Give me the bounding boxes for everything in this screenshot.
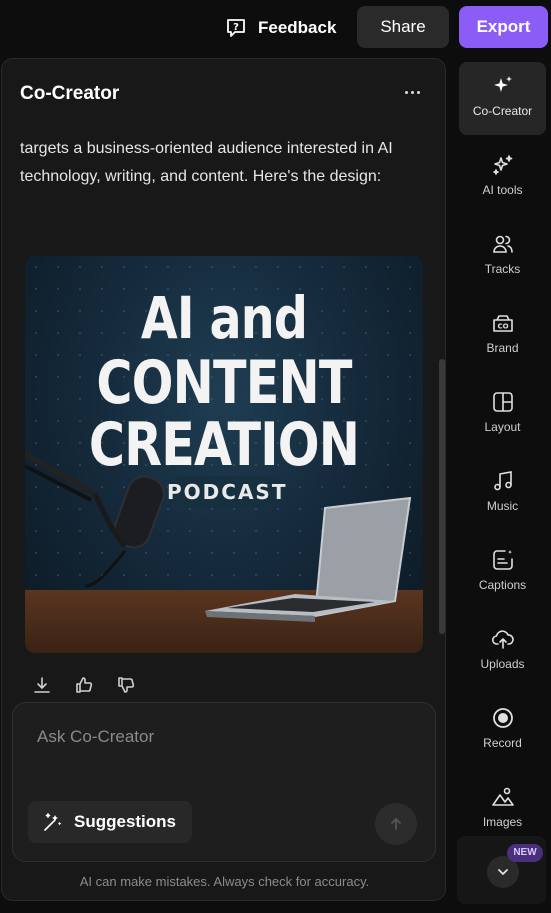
- export-button[interactable]: Export: [459, 6, 548, 48]
- sidebar-item-label: AI tools: [482, 183, 523, 197]
- chat-input-box[interactable]: Ask Co-Creator Suggestions: [12, 702, 436, 862]
- magic-wand-icon: [42, 811, 64, 833]
- sidebar-more-area: NEW: [457, 836, 546, 904]
- sidebar-item-co-creator[interactable]: Co-Creator: [459, 62, 546, 135]
- sidebar-item-layout[interactable]: Layout: [459, 378, 546, 451]
- new-badge: NEW: [507, 844, 543, 862]
- users-icon: [491, 232, 515, 256]
- cover-title-line1: AI and: [140, 284, 308, 352]
- microphone-illustration: [25, 451, 165, 588]
- cloud-upload-icon: [491, 627, 515, 651]
- panel-title: Co-Creator: [20, 83, 120, 104]
- assistant-message: targets a business-oriented audience int…: [20, 140, 393, 185]
- music-note-icon: [491, 469, 515, 493]
- sidebar-item-record[interactable]: Record: [459, 694, 546, 767]
- layout-icon: [491, 390, 515, 414]
- podcast-cover-image: AI and CONTENT CREATION PODCAST: [25, 256, 423, 653]
- sidebar-item-label: Images: [482, 815, 523, 829]
- svg-text:CO: CO: [497, 323, 508, 331]
- sidebar-item-captions[interactable]: Captions: [459, 536, 546, 609]
- sidebar-item-music[interactable]: Music: [459, 457, 546, 530]
- sidebar-item-brand[interactable]: CO Brand: [459, 299, 546, 372]
- sidebar-item-label: Captions: [478, 578, 527, 592]
- chevron-down-icon: [496, 865, 510, 879]
- sidebar-item-ai-tools[interactable]: AI tools: [459, 141, 546, 214]
- message-actions: [32, 675, 136, 695]
- thumbs-up-icon[interactable]: [74, 675, 94, 695]
- sidebar-item-tracks[interactable]: Tracks: [459, 220, 546, 293]
- co-creator-panel: Co-Creator targets a business-oriented a…: [1, 58, 446, 901]
- feedback-icon: ?: [224, 16, 248, 40]
- chat-input-placeholder[interactable]: Ask Co-Creator: [37, 727, 154, 747]
- images-icon: [491, 785, 515, 809]
- sidebar-item-label: Uploads: [480, 657, 525, 671]
- top-bar: ? Feedback Share Export: [0, 0, 551, 56]
- share-button[interactable]: Share: [357, 6, 449, 48]
- send-button[interactable]: [375, 803, 417, 845]
- sidebar-item-label: Co-Creator: [472, 104, 533, 118]
- suggestions-button[interactable]: Suggestions: [28, 801, 192, 843]
- sidebar-item-uploads[interactable]: Uploads: [459, 615, 546, 688]
- sparkles-outline-icon: [491, 153, 515, 177]
- suggestions-label: Suggestions: [74, 812, 177, 831]
- more-options-icon[interactable]: [400, 83, 424, 101]
- svg-text:?: ?: [233, 22, 239, 33]
- sidebar-item-label: Music: [486, 499, 519, 513]
- thumbs-down-icon[interactable]: [116, 675, 136, 695]
- sidebar-item-label: Layout: [484, 420, 521, 434]
- brand-kit-icon: CO: [491, 311, 515, 335]
- feedback-button[interactable]: ? Feedback: [224, 12, 336, 44]
- sidebar-item-label: Brand: [486, 341, 519, 355]
- feedback-label: Feedback: [258, 18, 337, 37]
- arrow-up-icon: [388, 816, 404, 832]
- download-icon[interactable]: [32, 675, 52, 695]
- sidebar-item-label: Record: [483, 736, 522, 750]
- cover-title-line2: CONTENT: [96, 348, 352, 418]
- record-icon: [491, 706, 515, 730]
- ai-disclaimer: AI can make mistakes. Always check for a…: [79, 874, 370, 889]
- chat-scrollbar[interactable]: [439, 359, 445, 634]
- sidebar-item-label: Tracks: [484, 262, 521, 276]
- sparkle-icon: [491, 74, 515, 98]
- captions-icon: [491, 548, 515, 572]
- laptop-illustration: [205, 496, 412, 622]
